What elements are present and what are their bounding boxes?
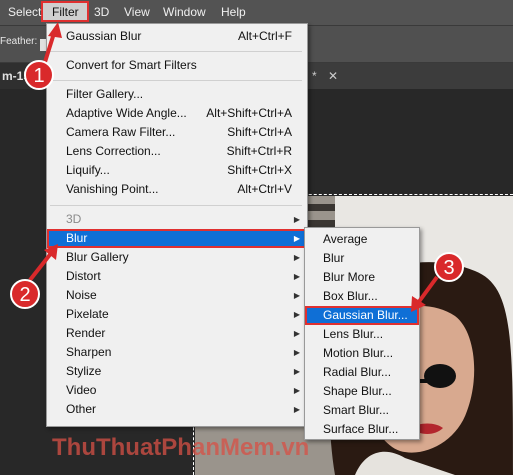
callout-arrows [28,22,439,312]
watermark: ThuThuatPhanMem.vn [52,434,310,461]
step-3-badge: 3 [434,252,464,282]
arrow-3-line [416,275,439,305]
step-1-badge: 1 [24,60,54,90]
arrow-2-line [28,250,54,282]
step-2-badge: 2 [10,279,40,309]
arrow-1-head [48,22,62,38]
